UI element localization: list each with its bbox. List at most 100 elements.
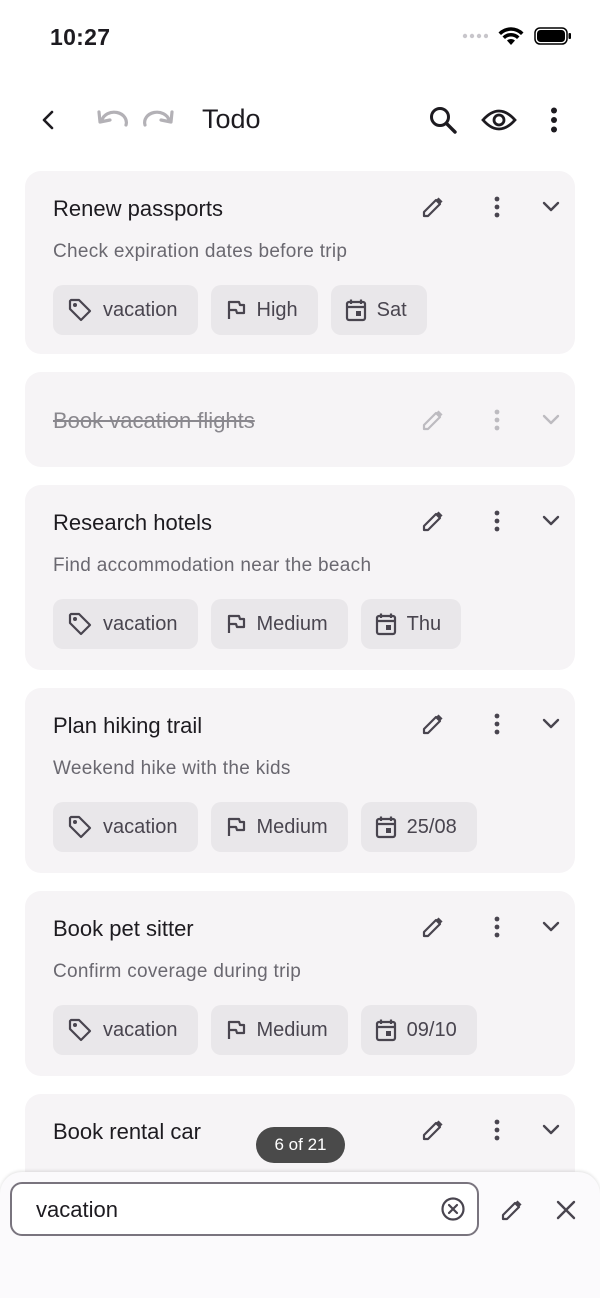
expand-button[interactable] bbox=[531, 704, 571, 744]
task-card[interactable]: Plan hiking trail Weekend hike with the … bbox=[25, 688, 575, 873]
more-vert-icon bbox=[494, 196, 500, 218]
chevron-down-icon bbox=[542, 515, 560, 526]
priority-chip[interactable]: High bbox=[210, 285, 318, 335]
task-actions bbox=[395, 187, 575, 227]
priority-label: Medium bbox=[256, 1018, 328, 1041]
due-date-chip[interactable]: Thu bbox=[360, 599, 462, 649]
tag-label: vacation bbox=[103, 1018, 178, 1041]
search-icon bbox=[430, 107, 457, 134]
task-card[interactable]: Book vacation flights bbox=[25, 372, 575, 467]
tag-icon bbox=[68, 1018, 92, 1042]
task-menu-button[interactable] bbox=[479, 400, 515, 440]
back-arrow-icon bbox=[42, 110, 54, 130]
edit-button[interactable] bbox=[413, 400, 453, 440]
clear-search-button[interactable] bbox=[436, 1192, 470, 1226]
priority-chip[interactable]: Medium bbox=[210, 599, 348, 649]
close-search-button[interactable] bbox=[546, 1190, 586, 1230]
chevron-down-icon bbox=[542, 201, 560, 212]
undo-button[interactable] bbox=[92, 100, 134, 140]
calendar-icon bbox=[375, 816, 396, 839]
tag-chip[interactable]: vacation bbox=[53, 285, 198, 335]
search-field[interactable] bbox=[10, 1182, 479, 1236]
priority-chip[interactable]: Medium bbox=[210, 1005, 348, 1055]
task-actions bbox=[395, 400, 575, 440]
edit-button[interactable] bbox=[413, 187, 453, 227]
due-date-label: 25/08 bbox=[406, 815, 457, 838]
tag-label: vacation bbox=[103, 298, 178, 321]
task-chips: vacation Medium 09/10 bbox=[53, 1005, 477, 1055]
edit-button[interactable] bbox=[413, 501, 453, 541]
expand-button[interactable] bbox=[531, 1110, 571, 1150]
due-date-chip[interactable]: Sat bbox=[330, 285, 427, 335]
task-chips: vacation Medium Thu bbox=[53, 599, 462, 649]
status-bar: 10:27 bbox=[0, 0, 600, 78]
tag-icon bbox=[68, 298, 92, 322]
task-title: Book pet sitter bbox=[53, 916, 194, 941]
search-result-counter: 6 of 21 bbox=[256, 1127, 345, 1163]
wifi-icon bbox=[498, 27, 524, 45]
tag-label: vacation bbox=[103, 612, 178, 635]
more-vert-icon bbox=[494, 409, 500, 431]
search-button[interactable] bbox=[421, 98, 465, 142]
calendar-icon bbox=[375, 1019, 396, 1042]
edit-icon bbox=[422, 511, 443, 532]
tag-chip[interactable]: vacation bbox=[53, 599, 198, 649]
edit-search-button[interactable] bbox=[492, 1190, 532, 1230]
flag-icon bbox=[227, 817, 245, 836]
redo-button[interactable] bbox=[137, 100, 179, 140]
more-vert-icon bbox=[551, 107, 557, 133]
chevron-down-icon bbox=[542, 414, 560, 425]
task-menu-button[interactable] bbox=[479, 1110, 515, 1150]
more-vert-icon bbox=[494, 1119, 500, 1141]
task-actions bbox=[395, 501, 575, 541]
undo-icon bbox=[97, 110, 128, 127]
edit-button[interactable] bbox=[413, 1110, 453, 1150]
tag-icon bbox=[68, 815, 92, 839]
task-menu-button[interactable] bbox=[479, 907, 515, 947]
chevron-down-icon bbox=[542, 921, 560, 932]
edit-button[interactable] bbox=[413, 907, 453, 947]
flag-icon bbox=[227, 300, 245, 319]
tag-chip[interactable]: vacation bbox=[53, 802, 198, 852]
chevron-down-icon bbox=[542, 718, 560, 729]
due-date-chip[interactable]: 25/08 bbox=[360, 802, 477, 852]
tag-chip[interactable]: vacation bbox=[53, 1005, 198, 1055]
priority-label: High bbox=[256, 298, 298, 321]
eye-icon bbox=[481, 109, 517, 131]
task-card[interactable]: Book pet sitter Confirm coverage during … bbox=[25, 891, 575, 1076]
expand-button[interactable] bbox=[531, 400, 571, 440]
expand-button[interactable] bbox=[531, 187, 571, 227]
task-title: Book vacation flights bbox=[53, 408, 255, 433]
edit-icon bbox=[422, 197, 443, 218]
task-card[interactable]: Renew passports Check expiration dates b… bbox=[25, 171, 575, 354]
priority-chip[interactable]: Medium bbox=[210, 802, 348, 852]
back-button[interactable] bbox=[28, 98, 70, 142]
visibility-toggle-button[interactable] bbox=[477, 98, 521, 142]
edit-icon bbox=[422, 714, 443, 735]
task-menu-button[interactable] bbox=[479, 704, 515, 744]
task-card[interactable]: Research hotels Find accommodation near … bbox=[25, 485, 575, 670]
app-bar: Todo bbox=[0, 88, 600, 154]
flag-icon bbox=[227, 614, 245, 633]
expand-button[interactable] bbox=[531, 501, 571, 541]
task-chips: vacation High Sat bbox=[53, 285, 427, 335]
task-menu-button[interactable] bbox=[479, 501, 515, 541]
chevron-down-icon bbox=[542, 1124, 560, 1135]
close-icon bbox=[556, 1200, 576, 1220]
search-input[interactable] bbox=[34, 1194, 418, 1226]
edit-button[interactable] bbox=[413, 704, 453, 744]
overflow-menu-button[interactable] bbox=[534, 98, 574, 142]
task-menu-button[interactable] bbox=[479, 187, 515, 227]
expand-button[interactable] bbox=[531, 907, 571, 947]
more-vert-icon bbox=[494, 916, 500, 938]
status-icons bbox=[462, 26, 572, 46]
priority-label: Medium bbox=[256, 612, 328, 635]
task-actions bbox=[395, 704, 575, 744]
redo-icon bbox=[143, 110, 174, 127]
task-title: Renew passports bbox=[53, 196, 223, 221]
due-date-chip[interactable]: 09/10 bbox=[360, 1005, 477, 1055]
due-date-label: Sat bbox=[376, 298, 407, 321]
edit-icon bbox=[422, 1120, 443, 1141]
more-vert-icon bbox=[494, 713, 500, 735]
task-chips: vacation Medium 25/08 bbox=[53, 802, 477, 852]
